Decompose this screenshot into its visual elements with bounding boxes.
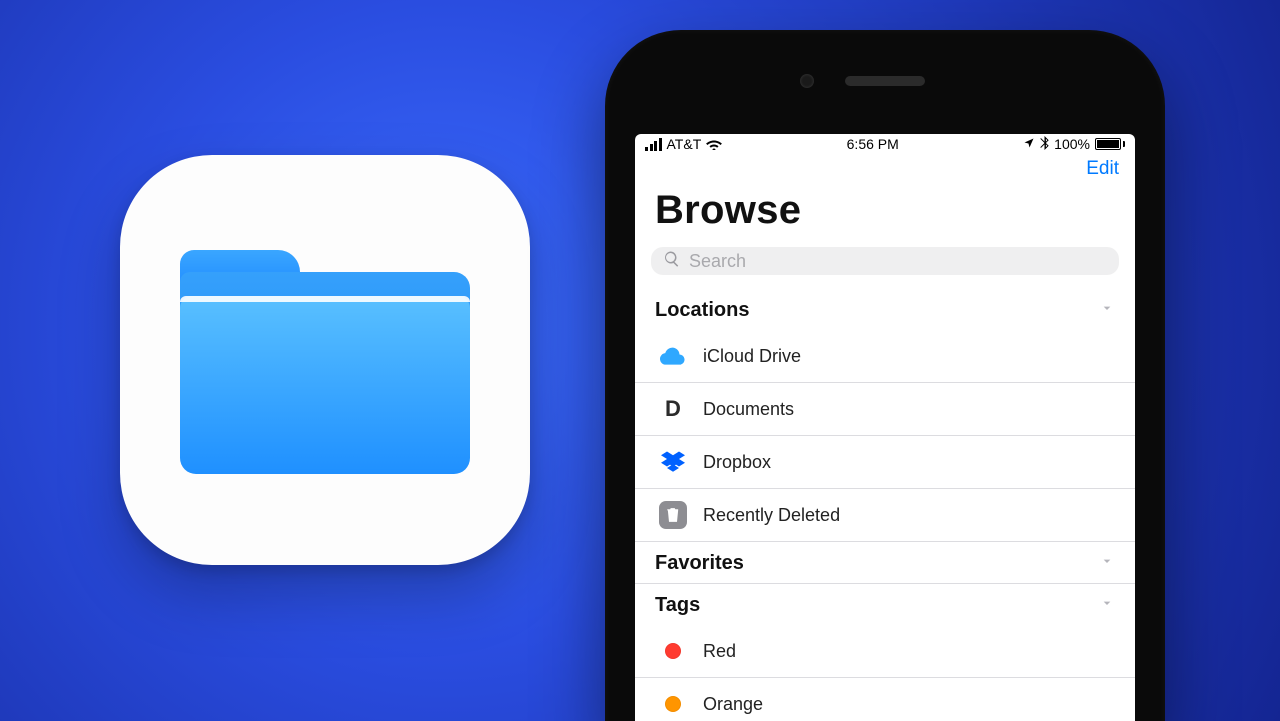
favorites-header[interactable]: Favorites	[635, 541, 1135, 583]
chevron-down-icon	[1099, 552, 1115, 575]
wifi-icon	[706, 138, 722, 150]
edit-button[interactable]: Edit	[1086, 158, 1119, 180]
location-item-dropbox[interactable]: Dropbox	[635, 435, 1135, 488]
section-title: Locations	[655, 299, 749, 322]
locations-header[interactable]: Locations	[635, 289, 1135, 330]
signal-icon	[645, 138, 662, 151]
phone-screen: AT&T 6:56 PM 100%	[635, 134, 1135, 721]
location-item-documents[interactable]: D Documents	[635, 382, 1135, 435]
carrier-label: AT&T	[667, 136, 702, 152]
location-item-icloud-drive[interactable]: iCloud Drive	[635, 330, 1135, 382]
tags-header[interactable]: Tags	[635, 583, 1135, 625]
tag-dot-red-icon	[659, 637, 687, 665]
dropbox-icon	[659, 448, 687, 476]
documents-app-icon: D	[659, 395, 687, 423]
location-item-recently-deleted[interactable]: Recently Deleted	[635, 488, 1135, 541]
bluetooth-icon	[1040, 136, 1049, 153]
phone-camera-icon	[800, 74, 814, 88]
search-icon	[663, 250, 681, 273]
list-item-label: Recently Deleted	[703, 505, 840, 526]
files-app-icon	[120, 155, 530, 565]
nav-bar: Edit	[635, 154, 1135, 180]
search-input[interactable]	[689, 251, 1107, 272]
list-item-label: Dropbox	[703, 452, 771, 473]
list-item-label: Red	[703, 641, 736, 662]
icloud-icon	[659, 342, 687, 370]
page-title: Browse	[635, 180, 1135, 243]
section-title: Tags	[655, 594, 700, 617]
trash-icon	[659, 501, 687, 529]
tag-item-red[interactable]: Red	[635, 625, 1135, 677]
tag-item-orange[interactable]: Orange	[635, 677, 1135, 721]
phone-speaker-icon	[845, 76, 925, 86]
list-item-label: iCloud Drive	[703, 346, 801, 367]
battery-pct-label: 100%	[1054, 136, 1090, 152]
chevron-down-icon	[1099, 594, 1115, 617]
folder-icon	[180, 250, 470, 470]
status-bar: AT&T 6:56 PM 100%	[635, 134, 1135, 154]
battery-icon	[1095, 138, 1125, 150]
clock-label: 6:56 PM	[847, 136, 899, 152]
search-field[interactable]	[651, 247, 1119, 275]
list-item-label: Orange	[703, 694, 763, 715]
stage: AT&T 6:56 PM 100%	[0, 0, 1280, 721]
chevron-down-icon	[1099, 299, 1115, 322]
location-arrow-icon	[1023, 136, 1035, 152]
tag-dot-orange-icon	[659, 690, 687, 718]
phone-frame: AT&T 6:56 PM 100%	[605, 30, 1165, 721]
section-title: Favorites	[655, 552, 744, 575]
list-item-label: Documents	[703, 399, 794, 420]
